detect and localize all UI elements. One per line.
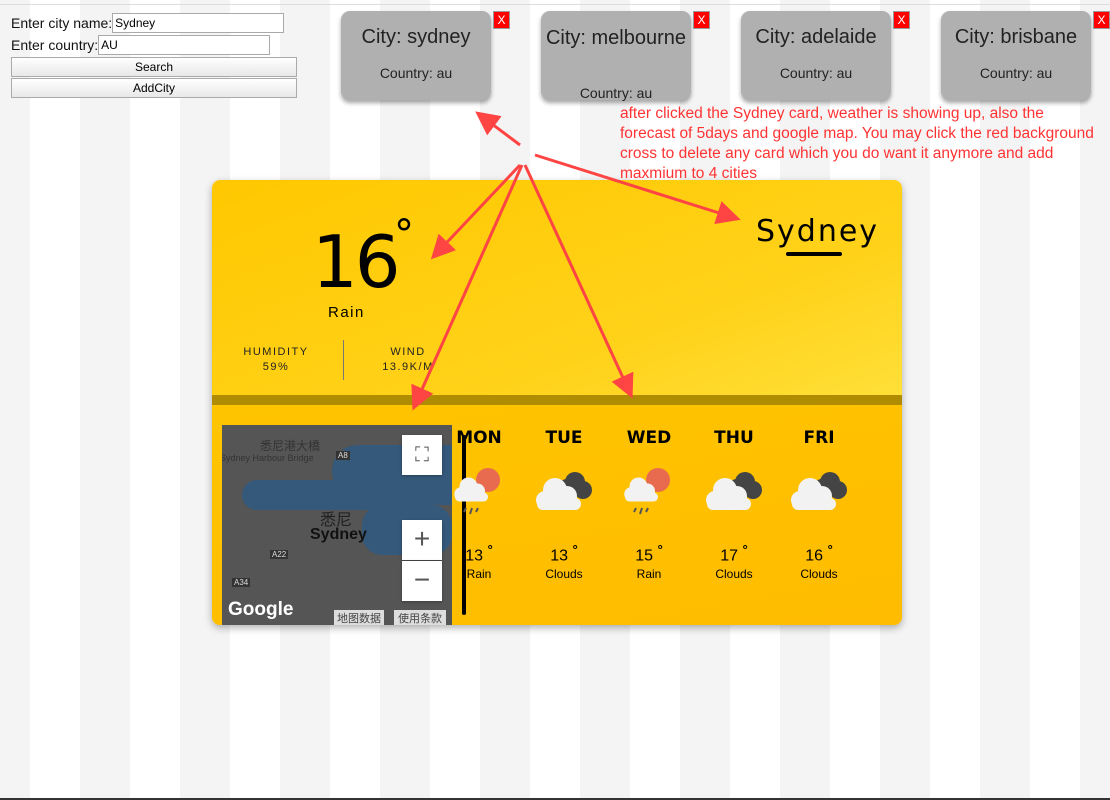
forecast-day-name: TUE	[545, 428, 583, 448]
card-country: Country: au	[379, 65, 453, 81]
map-label-bridge-cn: 悉尼港大橋	[260, 439, 321, 453]
card-city: City: sydney	[361, 26, 471, 48]
degree-symbol: °	[742, 542, 748, 557]
zoom-out-button[interactable]: −	[402, 561, 442, 601]
road-badge: A22	[270, 550, 289, 559]
country-label: Enter country:	[11, 37, 99, 53]
forecast-day: MON 13 ° Rain	[439, 428, 519, 581]
forecast-day-name: WED	[626, 428, 672, 448]
card-city: City: melbourne	[545, 27, 687, 49]
forecast-desc: Clouds	[715, 567, 753, 582]
map-terms-link[interactable]: 使用条款	[394, 610, 446, 625]
clouds-icon	[694, 462, 774, 522]
delete-card-button[interactable]: X	[893, 11, 910, 29]
degree-symbol: °	[572, 542, 578, 557]
fullscreen-button[interactable]: ⛶	[402, 435, 442, 475]
road-badge: A34	[232, 578, 251, 587]
card-country: Country: au	[779, 65, 853, 81]
card-city: City: brisbane	[954, 26, 1078, 48]
forecast-temp: 15 °	[609, 542, 689, 565]
road-badge: A8	[336, 451, 350, 460]
forecast-day: TUE 13 ° Clouds	[524, 428, 604, 581]
rain-sun-icon	[439, 462, 519, 522]
clouds-icon	[524, 462, 604, 522]
forecast-day-name: FRI	[803, 428, 835, 448]
weather-card: 16 ° Rain Sydney HUMIDITY 59% WIND 13.9K/M…	[212, 180, 902, 625]
degree-symbol: °	[827, 542, 833, 557]
annotation-note: after clicked the Sydney card, weather i…	[620, 105, 1094, 182]
map-label-city: Sydney	[310, 526, 367, 543]
forecast-desc: Rain	[636, 567, 662, 582]
card-country: Country: au	[579, 85, 653, 101]
wind: WIND 13.9K/M	[370, 345, 446, 375]
map-water	[242, 480, 392, 510]
forecast-day: THU 17 ° Clouds	[694, 428, 774, 581]
forecast-temp-value: 17	[720, 547, 738, 565]
city-underline	[786, 252, 842, 256]
humidity-value: 59%	[262, 361, 290, 373]
city-card-brisbane[interactable]: City: brisbane Country: au	[941, 11, 1091, 100]
wind-label: WIND	[390, 346, 426, 358]
zoom-in-button[interactable]: +	[402, 520, 442, 560]
degree-symbol: °	[657, 542, 663, 557]
rain-sun-icon	[609, 462, 689, 522]
forecast-temp-value: 15	[635, 547, 653, 565]
current-city: Sydney	[756, 214, 880, 249]
forecast-day-name: THU	[714, 428, 754, 448]
google-map[interactable]: 悉尼港大橋 Sydney Harbour Bridge 悉尼 Sydney A8…	[222, 425, 452, 625]
forecast-desc: Rain	[466, 567, 492, 582]
degree-symbol: °	[394, 212, 414, 258]
city-label: Enter city name:	[11, 15, 113, 31]
delete-card-button[interactable]: X	[693, 11, 710, 29]
forecast-day-name: MON	[456, 428, 502, 448]
current-desc: Rain	[328, 304, 365, 321]
forecast-temp: 13 °	[439, 542, 519, 565]
clouds-icon	[779, 462, 859, 522]
search-button[interactable]: Search	[11, 57, 297, 77]
delete-card-button[interactable]: X	[1093, 11, 1110, 29]
humidity-label: HUMIDITY	[243, 346, 309, 358]
city-card-melbourne[interactable]: City: melbourne Country: au	[541, 11, 691, 101]
forecast-temp-value: 13	[465, 547, 483, 565]
forecast-temp: 16 °	[779, 542, 859, 565]
card-country: Country: au	[979, 65, 1053, 81]
city-card-adelaide[interactable]: City: adelaide Country: au	[741, 11, 891, 100]
google-logo: Google	[228, 599, 294, 620]
card-city: City: adelaide	[755, 26, 877, 48]
map-data-link[interactable]: 地图数据	[334, 610, 384, 625]
forecast-temp: 17 °	[694, 542, 774, 565]
divider-band	[212, 395, 902, 405]
map-label-bridge: Sydney Harbour Bridge	[222, 453, 314, 463]
humidity: HUMIDITY 59%	[240, 345, 312, 375]
degree-symbol: °	[487, 542, 493, 557]
forecast-day: WED 15 ° Rain	[609, 428, 689, 581]
forecast-temp-value: 16	[805, 547, 823, 565]
delete-card-button[interactable]: X	[493, 11, 510, 29]
city-form: Enter city name: Enter country: Search A…	[11, 12, 297, 98]
wind-value: 13.9K/M	[382, 361, 434, 373]
forecast-desc: Clouds	[800, 567, 838, 582]
forecast-day: FRI 16 ° Clouds	[779, 428, 859, 581]
current-temp: 16	[312, 220, 401, 304]
country-input[interactable]	[98, 35, 271, 55]
divider	[343, 340, 344, 380]
forecast-temp: 13 °	[524, 542, 604, 565]
city-input[interactable]	[112, 13, 285, 33]
city-card-sydney[interactable]: City: sydney Country: au	[341, 11, 491, 100]
add-city-button[interactable]: AddCity	[11, 78, 297, 98]
forecast-desc: Clouds	[545, 567, 583, 582]
top-border	[0, 4, 1110, 5]
forecast-temp-value: 13	[550, 547, 568, 565]
